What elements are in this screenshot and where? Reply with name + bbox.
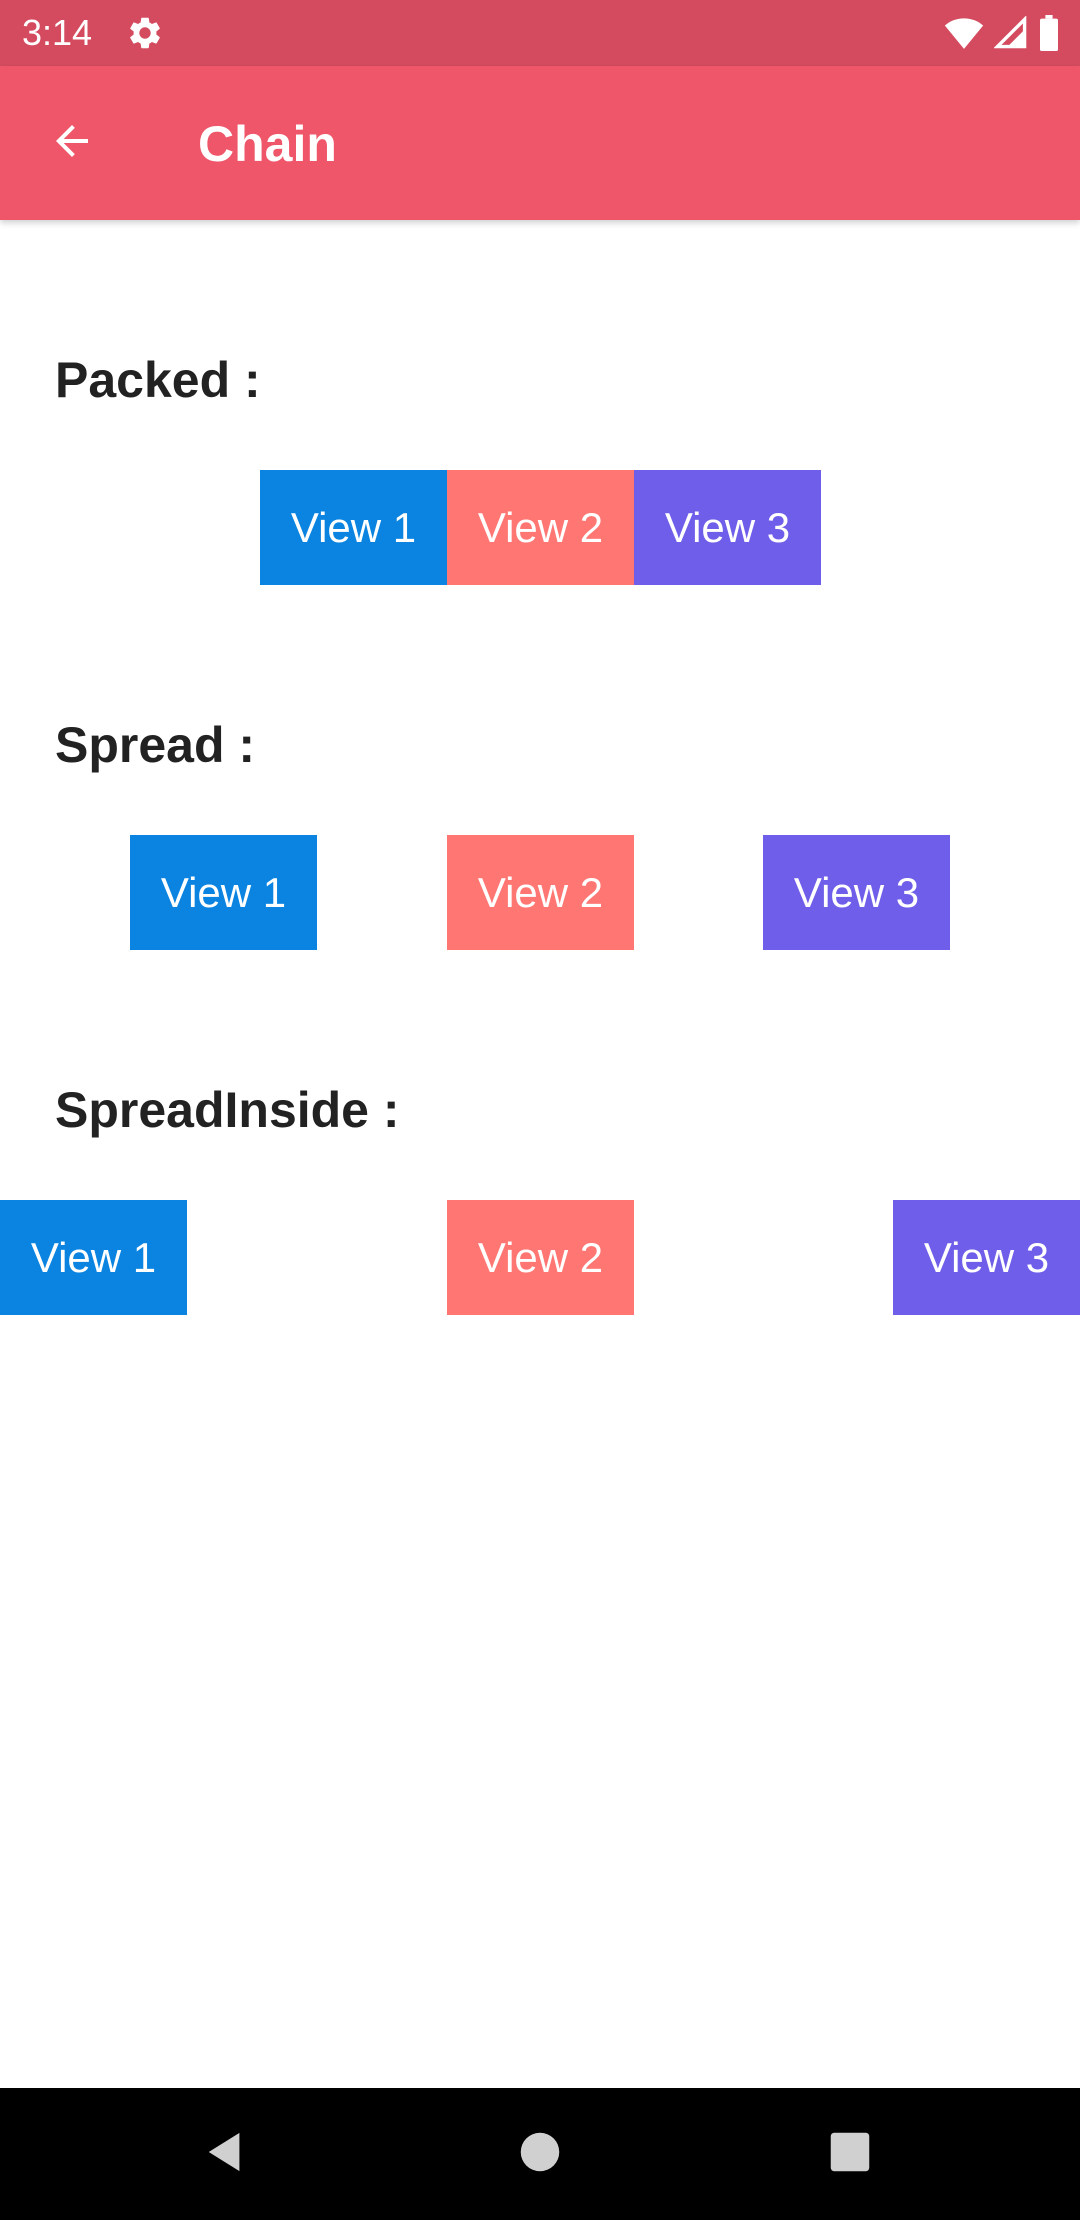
spread-view-1[interactable]: View 1: [130, 835, 317, 950]
status-bar: 3:14: [0, 0, 1080, 66]
packed-view-3[interactable]: View 3: [634, 470, 821, 585]
arrow-back-icon: [48, 117, 96, 170]
packed-view-2[interactable]: View 2: [447, 470, 634, 585]
app-bar: Chain: [0, 66, 1080, 220]
nav-recents-icon: [829, 2131, 871, 2178]
navigation-bar: [0, 2088, 1080, 2220]
battery-icon: [1038, 15, 1060, 51]
spread-inside-view-3[interactable]: View 3: [893, 1200, 1080, 1315]
section-label-packed: Packed :: [55, 352, 261, 408]
back-button[interactable]: [40, 111, 104, 175]
spread-view-3[interactable]: View 3: [763, 835, 950, 950]
nav-back-icon: [203, 2129, 249, 2180]
screen: 3:14 Chain Packed: View 1 View 2 View 3…: [0, 0, 1080, 2220]
spread-inside-view-1[interactable]: View 1: [0, 1200, 187, 1315]
spread-view-2[interactable]: View 2: [447, 835, 634, 950]
page-title: Chain: [198, 116, 337, 172]
nav-home-icon: [519, 2131, 561, 2178]
signal-icon: [994, 16, 1028, 50]
section-label-spread: Spread :: [55, 717, 256, 773]
spread-inside-view-2[interactable]: View 2: [447, 1200, 634, 1315]
packed-view-1[interactable]: View 1: [260, 470, 447, 585]
nav-back-button[interactable]: [196, 2124, 256, 2184]
section-label-spread-inside: SpreadInside :: [55, 1082, 400, 1138]
nav-home-button[interactable]: [510, 2124, 570, 2184]
status-time: 3:14: [22, 12, 93, 53]
status-icons: [944, 14, 1060, 52]
gear-icon: [126, 14, 164, 52]
nav-recents-button[interactable]: [820, 2124, 880, 2184]
wifi-icon: [944, 16, 984, 50]
